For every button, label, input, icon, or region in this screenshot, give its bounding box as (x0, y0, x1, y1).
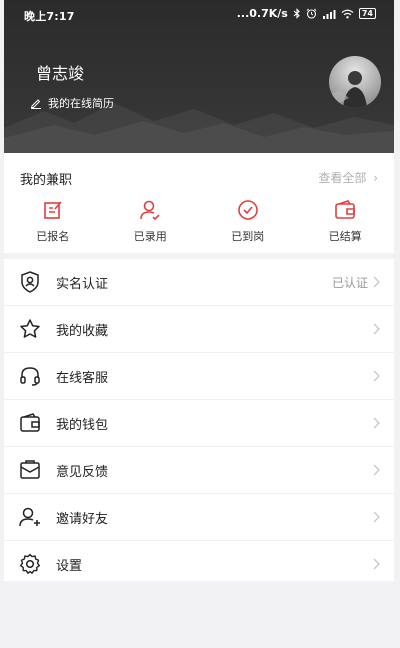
phone-screen: 晚上7:17 ...0.7K/s 74 曾志竣 我的在线简历 我的兼职 查看全部… (4, 0, 394, 648)
menu-item-invite-friends[interactable]: 邀请好友 (4, 494, 394, 541)
parttime-settled[interactable]: 已结算 (297, 198, 395, 248)
online-resume-link[interactable]: 我的在线简历 (30, 95, 114, 111)
parttime-applied[interactable]: 已报名 (4, 198, 102, 248)
menu-label: 邀请好友 (56, 512, 109, 527)
chevron-right-icon (373, 464, 380, 476)
status-bar: 晚上7:17 ...0.7K/s 74 (4, 0, 394, 28)
wallet-icon (20, 413, 40, 432)
chevron-right-icon (373, 511, 380, 523)
menu-item-settings[interactable]: 设置 (4, 541, 394, 587)
add-user-icon (19, 507, 40, 527)
menu-item-favorites[interactable]: 我的收藏 (4, 306, 394, 353)
status-time: 晚上7:17 (24, 10, 75, 23)
chevron-right-icon (373, 370, 380, 382)
menu-item-online-service[interactable]: 在线客服 (4, 353, 394, 400)
avatar[interactable] (329, 56, 381, 108)
parttime-hired-label: 已录用 (133, 230, 167, 243)
menu-label: 意见反馈 (56, 465, 109, 480)
parttime-title: 我的兼职 (20, 173, 73, 188)
check-circle-icon (237, 200, 258, 220)
bluetooth-icon (293, 8, 301, 19)
headset-icon (20, 367, 40, 386)
star-icon (20, 319, 40, 338)
menu-item-real-name-verification[interactable]: 实名认证 已认证 (4, 259, 394, 306)
wallet-icon (335, 200, 356, 219)
user-check-icon (140, 200, 160, 221)
menu-item-feedback[interactable]: 意见反馈 (4, 447, 394, 494)
profile-header: 晚上7:17 ...0.7K/s 74 曾志竣 我的在线简历 (4, 0, 394, 153)
menu-label: 在线客服 (56, 371, 109, 386)
alarm-icon (306, 8, 317, 19)
cellular-signal-icon (322, 9, 336, 19)
view-all-link[interactable]: 查看全部 › (318, 169, 378, 186)
feedback-mail-icon (20, 460, 40, 479)
id-verify-icon (21, 271, 39, 293)
parttime-settled-label: 已结算 (328, 230, 362, 243)
edit-form-icon (43, 201, 62, 219)
user-name: 曾志竣 (36, 64, 85, 83)
chevron-right-icon (373, 417, 380, 429)
menu-label: 我的收藏 (56, 324, 109, 339)
chevron-right-icon: › (373, 171, 378, 185)
wifi-icon (341, 9, 354, 19)
chevron-right-icon (373, 323, 380, 335)
parttime-onduty[interactable]: 已到岗 (199, 198, 297, 248)
chevron-right-icon (373, 558, 380, 570)
chevron-right-icon (373, 276, 380, 288)
gear-icon (20, 553, 40, 574)
menu-item-wallet[interactable]: 我的钱包 (4, 400, 394, 447)
menu-label: 设置 (56, 559, 83, 574)
verification-status: 已认证 (331, 276, 368, 290)
settings-menu: 实名认证 已认证 我的收藏 在线客服 我的钱包 意见反馈 邀请好友 设置 (4, 259, 394, 581)
edit-pencil-icon (30, 99, 41, 109)
parttime-onduty-label: 已到岗 (231, 230, 265, 243)
parttime-applied-label: 已报名 (36, 230, 70, 243)
parttime-hired[interactable]: 已录用 (102, 198, 200, 248)
online-resume-label: 我的在线简历 (48, 97, 114, 110)
network-speed: ...0.7K/s (236, 7, 288, 20)
my-parttime-card: 我的兼职 查看全部 › 已报名 已录用 已到岗 已结算 (4, 153, 394, 253)
menu-label: 实名认证 (56, 277, 109, 292)
menu-label: 我的钱包 (56, 418, 109, 433)
view-all-label: 查看全部 (318, 171, 367, 185)
battery-indicator: 74 (358, 8, 376, 19)
status-indicators: ...0.7K/s 74 (237, 7, 376, 20)
